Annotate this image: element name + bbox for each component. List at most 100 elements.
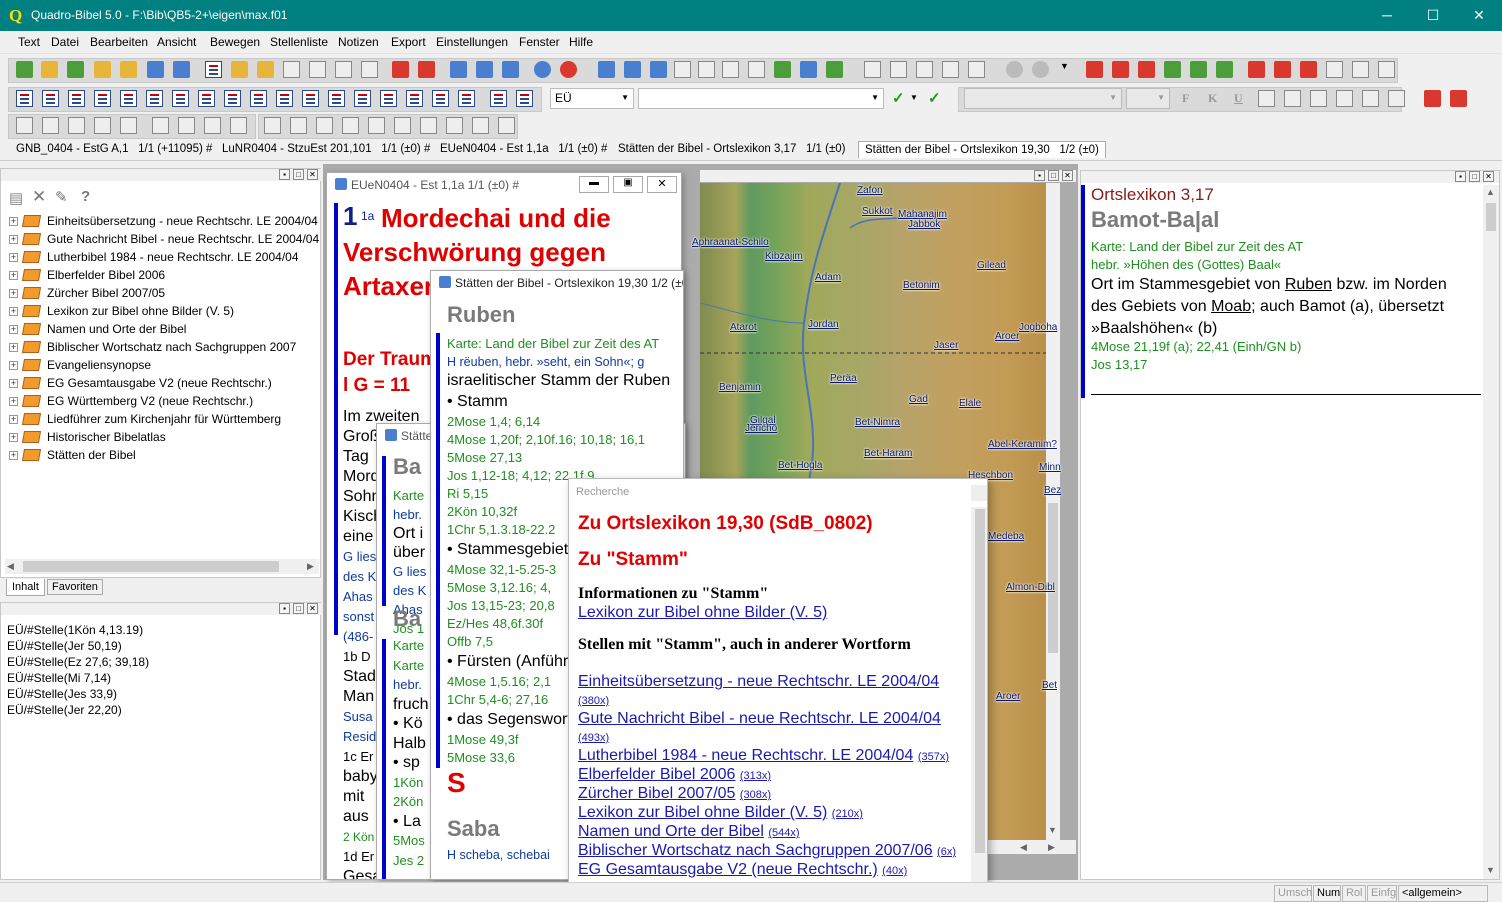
search-next-icon[interactable] bbox=[942, 61, 959, 78]
doc-icon[interactable] bbox=[198, 90, 215, 107]
doc-icon[interactable] bbox=[42, 90, 59, 107]
expand-icon[interactable]: + bbox=[9, 235, 18, 244]
translation-select[interactable]: EÜ ▼ bbox=[550, 88, 634, 109]
doc-sync-icon[interactable] bbox=[516, 90, 533, 107]
expand-icon[interactable]: + bbox=[9, 253, 18, 262]
map-town[interactable]: Bet-Hogla bbox=[778, 460, 822, 471]
check-all-icon[interactable]: ✓ bbox=[928, 89, 941, 107]
history-item[interactable]: EÜ/#Stelle(Mi 7,14) bbox=[7, 671, 149, 687]
expand-icon[interactable]: + bbox=[9, 343, 18, 352]
expand-icon[interactable]: + bbox=[9, 361, 18, 370]
map-town[interactable]: Sukkot bbox=[862, 206, 893, 217]
expand-icon[interactable]: + bbox=[9, 379, 18, 388]
key-icon[interactable] bbox=[120, 61, 137, 78]
palette-icon[interactable] bbox=[560, 61, 577, 78]
export-icon[interactable] bbox=[748, 61, 765, 78]
doc-icon[interactable] bbox=[276, 90, 293, 107]
color-fill-icon[interactable] bbox=[1424, 90, 1441, 107]
grid-icon[interactable] bbox=[418, 61, 435, 78]
check-doc-icon[interactable] bbox=[204, 117, 221, 134]
map-town[interactable]: Jaser bbox=[934, 340, 958, 351]
align-right-icon[interactable] bbox=[1310, 90, 1327, 107]
doc-icon[interactable] bbox=[432, 90, 449, 107]
close-button[interactable]: ✕ bbox=[1456, 0, 1502, 31]
help-icon[interactable] bbox=[534, 61, 551, 78]
map-town[interactable]: Atarot bbox=[730, 322, 757, 333]
map-town[interactable]: Medeba bbox=[988, 531, 1024, 542]
delete-icon[interactable]: ✕ bbox=[32, 187, 46, 207]
map-town[interactable]: Kibzajim bbox=[765, 251, 803, 262]
map-town[interactable]: Benjamin bbox=[719, 382, 761, 393]
paste-special-icon[interactable] bbox=[722, 61, 739, 78]
library-item[interactable]: + Biblischer Wortschatz nach Sachgruppen … bbox=[9, 339, 321, 357]
menu-einstellungen[interactable]: Einstellungen bbox=[436, 35, 508, 49]
history-item[interactable]: EÜ/#Stelle(Jer 22,20) bbox=[7, 703, 149, 719]
copy-icon[interactable] bbox=[68, 117, 85, 134]
open-icon[interactable] bbox=[231, 61, 248, 78]
child-minimize-button[interactable]: ▬ bbox=[579, 176, 609, 193]
doc-icon[interactable] bbox=[406, 90, 423, 107]
globe-icon[interactable] bbox=[147, 61, 164, 78]
save-icon[interactable] bbox=[283, 61, 300, 78]
search-input[interactable]: ▼ bbox=[638, 88, 884, 109]
sort-up-icon[interactable] bbox=[1112, 61, 1129, 78]
result-item[interactable]: Lexikon zur Bibel ohne Bilder (V. 5) (21… bbox=[578, 804, 968, 823]
result-item[interactable]: Lutherbibel 1984 - neue Rechtschr. LE 20… bbox=[578, 747, 968, 766]
history-item[interactable]: EÜ/#Stelle(Ez 27,6; 39,18) bbox=[7, 655, 149, 671]
chevron-down-icon[interactable]: ▼ bbox=[910, 93, 918, 102]
library-item[interactable]: + Lexikon zur Bibel ohne Bilder (V. 5) bbox=[9, 303, 321, 321]
doc-icon[interactable] bbox=[172, 90, 189, 107]
people-icon[interactable] bbox=[94, 61, 111, 78]
map-town[interactable]: Gad bbox=[909, 394, 928, 405]
forward-icon[interactable] bbox=[1032, 61, 1049, 78]
history-dropdown-icon[interactable]: ▼ bbox=[1060, 61, 1077, 78]
history-item[interactable]: EÜ/#Stelle(Jes 33,9) bbox=[7, 687, 149, 703]
rename-icon[interactable] bbox=[120, 117, 137, 134]
eraser-icon[interactable] bbox=[152, 117, 169, 134]
slot-4-icon[interactable] bbox=[342, 117, 359, 134]
result-item[interactable]: Einheitsübersetzung - neue Rechtschr. LE… bbox=[578, 673, 968, 710]
library-item[interactable]: + Zürcher Bibel 2007/05 bbox=[9, 285, 321, 303]
align-justify-icon[interactable] bbox=[1336, 90, 1353, 107]
map-town[interactable]: Bet-Haram bbox=[864, 448, 912, 459]
scroll-thumb[interactable] bbox=[1048, 503, 1058, 653]
close-pane-icon[interactable]: ✕ bbox=[1062, 170, 1073, 181]
menu-notizen[interactable]: Notizen bbox=[338, 35, 379, 49]
map-town[interactable]: Jericho bbox=[745, 423, 777, 434]
book-icon[interactable] bbox=[173, 61, 190, 78]
menu-ansicht[interactable]: Ansicht bbox=[157, 35, 196, 49]
library-item[interactable]: + Historischer Bibelatlas bbox=[9, 429, 321, 447]
maximize-button[interactable]: ☐ bbox=[1410, 0, 1456, 31]
restore-icon[interactable]: □ bbox=[293, 603, 304, 614]
slot-3-icon[interactable] bbox=[316, 117, 333, 134]
home-icon[interactable] bbox=[16, 61, 33, 78]
menu-datei[interactable]: Datei bbox=[51, 35, 79, 49]
entry-map-link[interactable]: Karte: Land der Bibel zur Zeit des AT bbox=[1091, 239, 1303, 254]
restore-icon[interactable]: □ bbox=[293, 169, 304, 180]
expand-icon[interactable]: + bbox=[9, 271, 18, 280]
window-horizontal-icon[interactable] bbox=[502, 61, 519, 78]
doc-icon[interactable] bbox=[146, 90, 163, 107]
horizontal-scrollbar[interactable]: ◀ ▶ bbox=[5, 559, 319, 574]
menu-text[interactable]: Text bbox=[18, 35, 40, 49]
color-text-icon[interactable] bbox=[1450, 90, 1467, 107]
restore-icon[interactable]: □ bbox=[1469, 171, 1480, 182]
moab-link[interactable]: Moab bbox=[1211, 298, 1251, 315]
bold-button[interactable]: F bbox=[1182, 91, 1189, 106]
copy-icon[interactable] bbox=[598, 61, 615, 78]
window-vertical-icon[interactable] bbox=[476, 61, 493, 78]
map-town[interactable]: Gilead bbox=[977, 260, 1006, 271]
map-town[interactable]: Betonim bbox=[903, 280, 940, 291]
library-item[interactable]: + Evangeliensynopse bbox=[9, 357, 321, 375]
print-icon[interactable] bbox=[361, 61, 378, 78]
window-cascade-icon[interactable] bbox=[450, 61, 467, 78]
slot-9-icon[interactable] bbox=[472, 117, 489, 134]
library-item[interactable]: + Namen und Orte der Bibel bbox=[9, 321, 321, 339]
scroll-left-icon[interactable]: ◀ bbox=[7, 561, 14, 572]
zoom-in-icon[interactable] bbox=[864, 61, 881, 78]
recherche-popup[interactable]: Recherche Zu Ortslexikon 19,30 (SdB_0802… bbox=[568, 478, 988, 902]
list-number-icon[interactable] bbox=[1362, 90, 1379, 107]
map-town[interactable]: Zafon bbox=[857, 185, 883, 196]
map-town[interactable]: Minn bbox=[1039, 462, 1061, 473]
scroll-left-icon[interactable]: ◀ bbox=[1020, 842, 1027, 853]
